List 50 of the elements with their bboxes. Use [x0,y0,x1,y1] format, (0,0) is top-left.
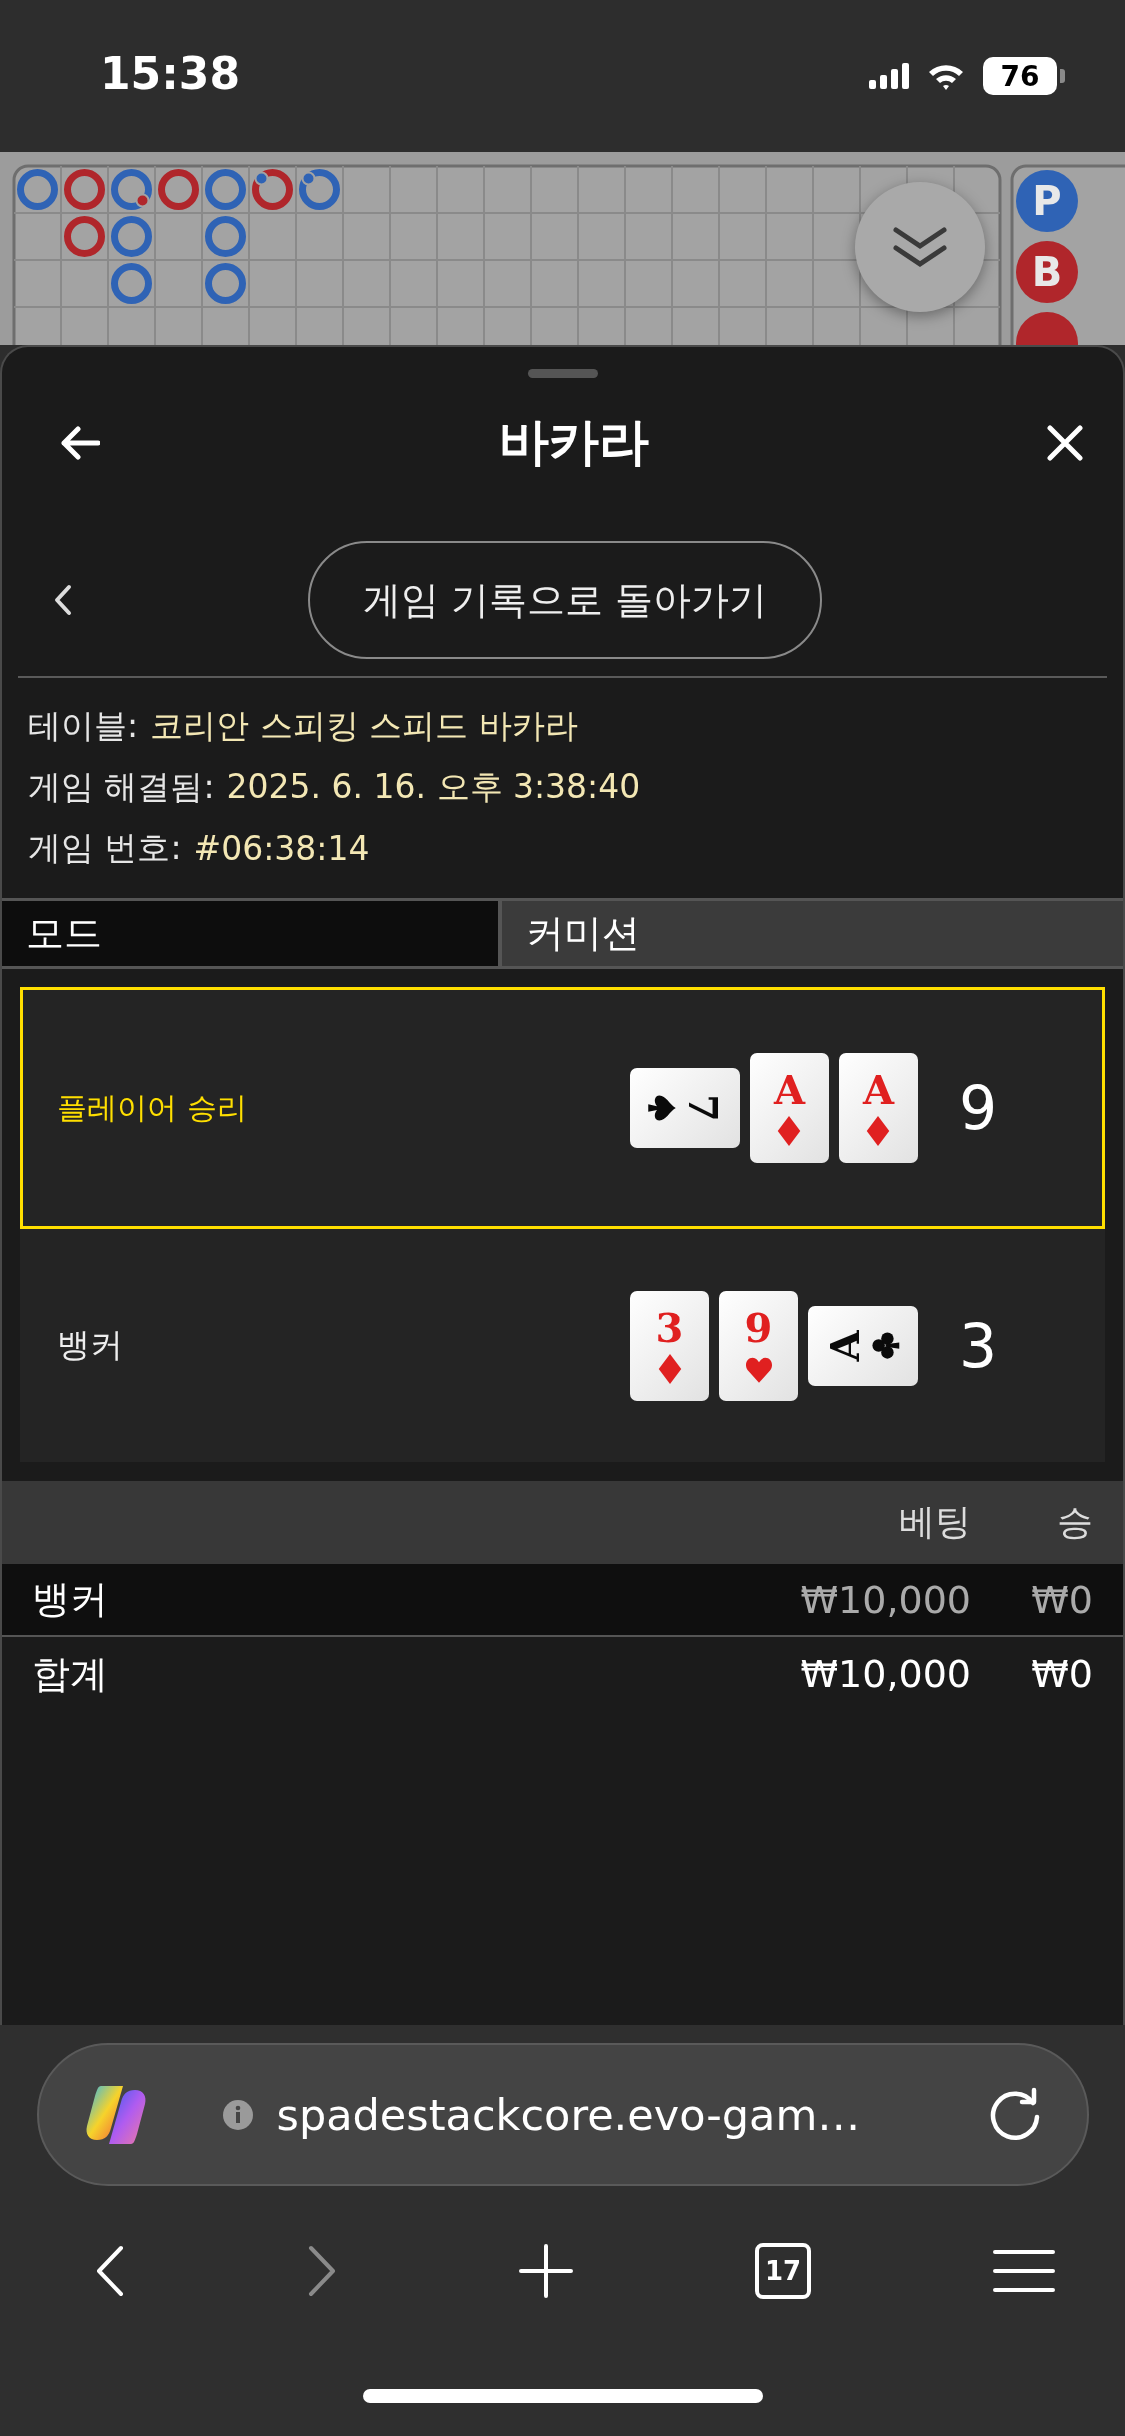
table-cell-text: ₩10,000 [799,1652,971,1696]
hand-label: 플레이어 승리 [57,1088,248,1127]
hand-label: 뱅커 [57,1324,124,1366]
info-icon [222,2099,253,2130]
table-cell-text: ₩0 [1030,1652,1093,1696]
close-icon [1047,424,1083,461]
info-value: #06:38:14 [193,829,370,868]
back-arrow-icon [60,425,100,460]
card-rank: 3 [655,1306,684,1349]
plus-icon[interactable] [519,2244,573,2298]
chevron-left-icon [54,584,72,616]
card-rank: A [773,1069,805,1111]
tab[interactable]: 모드 [2,901,498,966]
wifi-icon [927,62,965,90]
back-icon[interactable] [95,2245,125,2297]
address-bar[interactable]: spadestackcore.evo-gam… [36,2043,1089,2186]
chevron-down-icon [892,224,948,270]
back-to-history-button[interactable]: 게임 기록으로 돌아가기 [308,541,822,659]
table-cell-text: ₩10,000 [799,1577,971,1622]
tabs-button[interactable]: 17 [755,2243,811,2299]
column-header: 베팅 [898,1500,971,1544]
hand-score: 9 [957,1073,999,1143]
card-rank: 9 [744,1306,773,1349]
back-button[interactable] [60,425,100,460]
sheet-title: 바카라 [498,412,649,473]
battery-cap [1060,69,1065,83]
forward-icon[interactable] [307,2245,337,2297]
card-rank: A [862,1069,894,1111]
info-value: 2025. 6. 16. 오후 3:38:40 [226,766,641,808]
info-label: 게임 번호: [28,827,182,869]
info-label: 테이블: [28,705,139,747]
drag-handle[interactable] [527,369,598,378]
table-cell-text: 뱅커 [32,1576,109,1623]
url-text: spadestackcore.evo-gam… [276,2089,862,2140]
table-cell-text: 합계 [32,1650,109,1698]
signal-icon [869,63,909,89]
menu-icon[interactable] [993,2249,1055,2293]
info-label: 게임 해결됨: [28,766,215,808]
info-value: 코리안 스피킹 스피드 바카라 [150,705,578,747]
table-cell-text: ₩0 [1030,1577,1093,1622]
column-header: 승 [1056,1500,1093,1544]
card-rank: A [824,1330,866,1361]
clock-time: 15:38 [100,47,241,101]
battery-level: 76 [983,57,1057,95]
bead-letter: P [1032,178,1062,224]
tab[interactable]: 커미션 [502,901,1123,966]
close-button[interactable] [1047,424,1083,461]
hand-score: 3 [957,1310,999,1381]
card-rank: 7 [682,1094,724,1122]
bead-letter: B [1031,249,1063,295]
